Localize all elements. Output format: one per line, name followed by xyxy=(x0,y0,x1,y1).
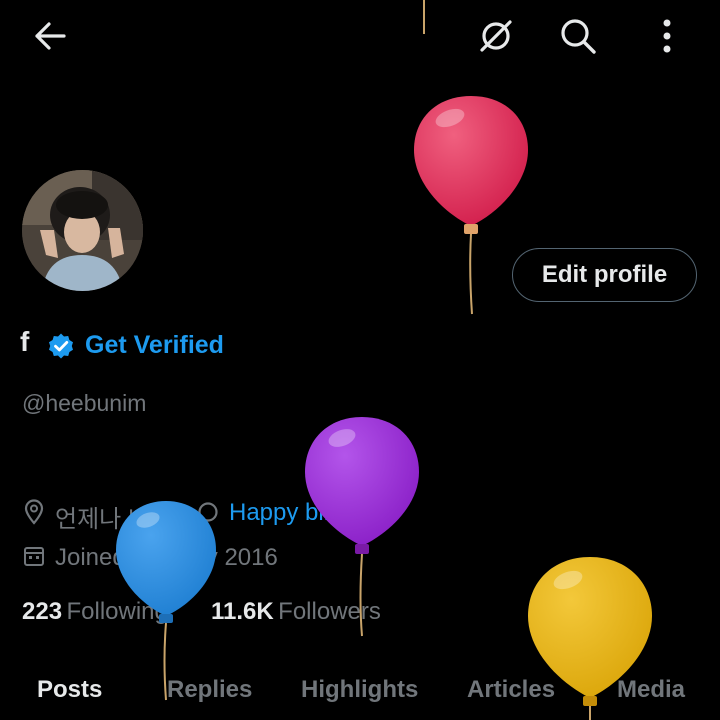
tab-highlights[interactable]: Highlights xyxy=(301,676,418,704)
profile-photo xyxy=(22,170,143,291)
tab-media[interactable]: Media xyxy=(617,676,685,704)
tab-replies[interactable]: Replies xyxy=(167,676,252,704)
search-button[interactable] xyxy=(556,14,600,58)
website-link[interactable]: Happy birthday! xyxy=(229,499,397,527)
followers-label: Followers xyxy=(278,598,381,625)
more-vertical-icon xyxy=(663,19,671,53)
edit-profile-label: Edit profile xyxy=(541,261,668,288)
display-name: f xyxy=(20,326,30,357)
followers-link[interactable]: 11.6K Followers xyxy=(211,598,381,626)
location-icon xyxy=(22,499,46,530)
joined-date: Joined January 2016 xyxy=(55,544,278,571)
more-button[interactable] xyxy=(650,14,684,58)
tab-articles[interactable]: Articles xyxy=(467,676,555,704)
arrow-left-icon xyxy=(35,22,66,50)
tab-posts[interactable]: Posts xyxy=(37,676,102,704)
location-text: 언제나 네 편 xyxy=(55,506,179,533)
calendar-icon xyxy=(22,544,46,573)
grok-button[interactable] xyxy=(474,14,518,58)
verified-badge-icon xyxy=(47,332,75,360)
edit-profile-button[interactable]: Edit profile xyxy=(512,248,697,302)
username-handle: @heebunim xyxy=(22,390,147,416)
search-icon xyxy=(561,19,596,54)
balloon-red xyxy=(414,96,528,315)
avatar[interactable] xyxy=(22,170,143,291)
slash-circle-icon xyxy=(480,20,512,52)
link-icon xyxy=(196,500,220,529)
following-count: 223 xyxy=(22,598,63,625)
get-verified-link[interactable]: Get Verified xyxy=(85,331,224,360)
following-link[interactable]: 223 Following xyxy=(22,598,168,626)
back-button[interactable] xyxy=(28,18,72,54)
followers-count: 11.6K xyxy=(211,598,274,625)
following-label: Following xyxy=(66,598,168,625)
